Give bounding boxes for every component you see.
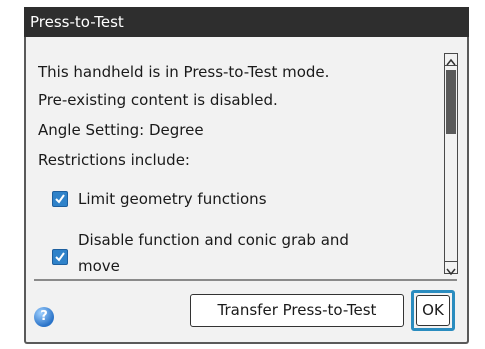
dialog-content: This handheld is in Press-to-Test mode. …	[38, 53, 438, 275]
chevron-down-icon	[446, 268, 456, 276]
checkbox-label-limit-geometry: Limit geometry functions	[78, 190, 267, 208]
info-line-restrictions: Restrictions include:	[38, 151, 190, 169]
content-scrollbar[interactable]	[444, 53, 458, 276]
scroll-up-button[interactable]	[445, 54, 457, 66]
chevron-up-icon	[446, 58, 456, 66]
info-line-content: Pre-existing content is disabled.	[38, 91, 278, 109]
ok-button[interactable]: OK	[416, 295, 450, 326]
checkbox-disable-grab[interactable]	[52, 249, 68, 265]
scroll-down-button[interactable]	[445, 261, 457, 276]
checkbox-label-disable-grab-cont: move	[78, 257, 120, 275]
dialog-title: Press-to-Test	[24, 7, 469, 37]
transfer-press-to-test-button[interactable]: Transfer Press-to-Test	[190, 294, 404, 327]
press-to-test-dialog: Press-to-Test This handheld is in Press-…	[24, 7, 469, 344]
scrollbar-thumb[interactable]	[446, 70, 456, 134]
footer-divider	[34, 279, 457, 281]
checkmark-icon	[55, 252, 65, 262]
ok-button-focus-ring: OK	[411, 290, 455, 331]
info-line-angle: Angle Setting: Degree	[38, 121, 204, 139]
checkmark-icon	[55, 194, 65, 204]
checkbox-label-disable-grab: Disable function and conic grab and	[78, 231, 349, 249]
checkbox-limit-geometry[interactable]	[52, 191, 68, 207]
help-icon[interactable]: ?	[34, 307, 54, 327]
info-line-mode: This handheld is in Press-to-Test mode.	[38, 63, 330, 81]
